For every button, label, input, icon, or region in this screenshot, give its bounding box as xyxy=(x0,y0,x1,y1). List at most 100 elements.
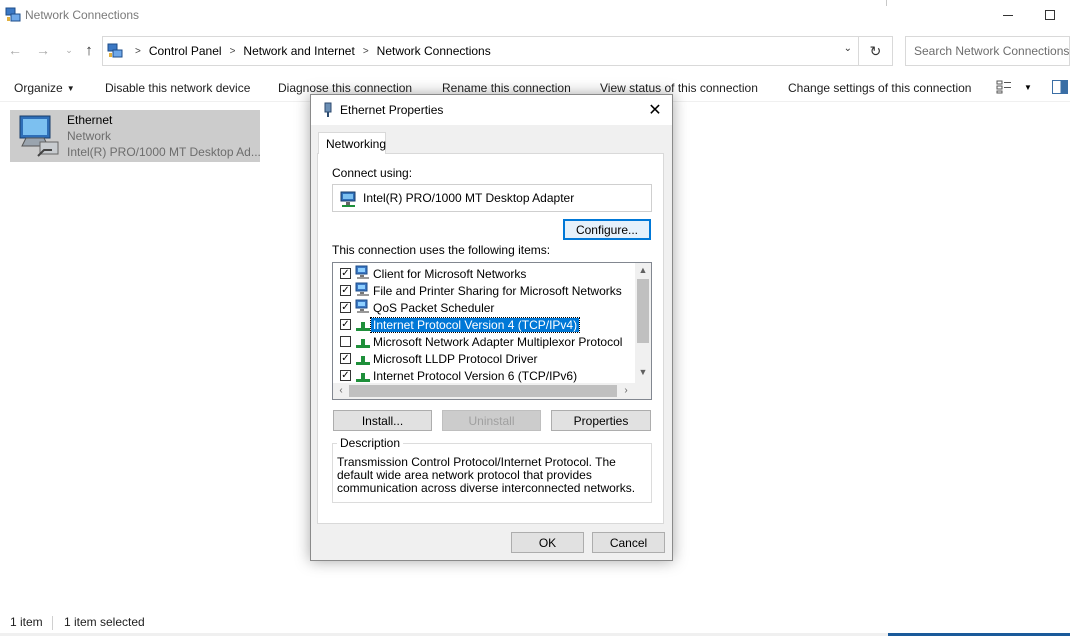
window-title: Network Connections xyxy=(25,8,140,22)
caret-down-icon: ▼ xyxy=(66,84,75,93)
item-checkbox[interactable] xyxy=(340,336,351,347)
rename-button[interactable]: Rename this connection xyxy=(442,81,571,95)
breadcrumb-network-connections[interactable]: Network Connections xyxy=(377,44,491,58)
connection-type: Network xyxy=(67,129,112,143)
item-checkbox[interactable]: ✓ xyxy=(340,353,351,364)
ok-button[interactable]: OK xyxy=(511,532,584,553)
breadcrumb-network-and-internet[interactable]: Network and Internet xyxy=(243,44,354,58)
forward-button[interactable]: → xyxy=(34,41,52,59)
item-label: Internet Protocol Version 6 (TCP/IPv6) xyxy=(373,369,578,383)
address-row: ← → ⌄ ↑ > Control Panel > Network and In… xyxy=(0,34,1070,68)
scroll-left-icon[interactable]: ‹ xyxy=(334,385,348,397)
adapter-name: Intel(R) PRO/1000 MT Desktop Adapter xyxy=(363,191,575,205)
uninstall-button[interactable]: Uninstall xyxy=(442,410,541,431)
ethernet-adapter-icon xyxy=(19,115,59,157)
details-view-icon xyxy=(996,80,1011,94)
list-item-selected[interactable]: ✓ Internet Protocol Version 4 (TCP/IPv4) xyxy=(333,316,633,333)
arrow-left-icon: ← xyxy=(8,42,22,58)
chevron-down-icon: ⌄ xyxy=(65,44,73,55)
item-label: Client for Microsoft Networks xyxy=(373,267,527,281)
description-group: Description Transmission Control Protoco… xyxy=(332,436,652,503)
network-connections-icon xyxy=(5,7,21,22)
protocol-icon xyxy=(356,356,370,365)
item-label: Microsoft Network Adapter Multiplexor Pr… xyxy=(373,335,623,349)
list-item[interactable]: ✓ File and Printer Sharing for Microsoft… xyxy=(333,282,633,299)
ethernet-properties-dialog: Ethernet Properties ✕ Networking Connect… xyxy=(310,94,673,561)
configure-button[interactable]: Configure... xyxy=(563,219,651,240)
properties-button[interactable]: Properties xyxy=(551,410,651,431)
recent-locations-button[interactable]: ⌄ xyxy=(60,41,78,59)
search-input[interactable] xyxy=(914,38,1070,64)
scrollbar-corner xyxy=(635,383,651,399)
item-checkbox[interactable]: ✓ xyxy=(340,285,351,296)
protocol-icon xyxy=(356,373,370,382)
maximize-button[interactable] xyxy=(1038,4,1062,26)
network-service-icon xyxy=(355,282,369,296)
vertical-scrollbar[interactable]: ▲ ▼ xyxy=(635,263,651,383)
minimize-icon xyxy=(1003,14,1013,16)
list-item[interactable]: ✓ Microsoft LLDP Protocol Driver xyxy=(333,350,633,367)
up-button[interactable]: ↑ xyxy=(80,41,98,59)
connect-using-label: Connect using: xyxy=(332,166,413,180)
preview-pane-button[interactable] xyxy=(1052,80,1068,94)
item-label: Internet Protocol Version 4 (TCP/IPv4) xyxy=(369,317,581,333)
minimize-button[interactable] xyxy=(996,4,1020,26)
search-box[interactable] xyxy=(905,36,1070,66)
disable-device-button[interactable]: Disable this network device xyxy=(105,81,250,95)
maximize-icon xyxy=(1045,10,1055,20)
protocol-icon xyxy=(356,322,370,331)
selection-count: 1 item selected xyxy=(64,615,145,629)
view-options[interactable]: ▼ xyxy=(996,80,1032,94)
connection-items-list[interactable]: ✓ Client for Microsoft Networks ✓ File a… xyxy=(332,262,652,400)
caret-down-icon: ▼ xyxy=(1024,82,1032,92)
item-checkbox[interactable]: ✓ xyxy=(340,370,351,381)
organize-menu[interactable]: Organize ▼ xyxy=(14,81,75,95)
network-adapter-icon xyxy=(324,102,332,117)
item-checkbox[interactable]: ✓ xyxy=(340,302,351,313)
vertical-scroll-thumb[interactable] xyxy=(637,279,649,343)
scroll-right-icon[interactable]: › xyxy=(619,385,633,397)
item-checkbox[interactable]: ✓ xyxy=(340,319,351,330)
view-status-button[interactable]: View status of this connection xyxy=(600,81,758,95)
ethernet-connection-item[interactable]: Ethernet Network Intel(R) PRO/1000 MT De… xyxy=(10,110,261,162)
scroll-up-icon[interactable]: ▲ xyxy=(635,265,651,279)
item-count: 1 item xyxy=(10,615,43,629)
refresh-button[interactable]: ↻ xyxy=(859,36,893,66)
diagnose-button[interactable]: Diagnose this connection xyxy=(278,81,412,95)
horizontal-scroll-thumb[interactable] xyxy=(349,385,617,397)
list-item[interactable]: ✓ QoS Packet Scheduler xyxy=(333,299,633,316)
address-bar[interactable]: > Control Panel > Network and Internet >… xyxy=(102,36,859,66)
dialog-title: Ethernet Properties xyxy=(340,103,444,117)
protocol-icon xyxy=(356,339,370,348)
address-dropdown-icon[interactable]: ⌄ xyxy=(844,43,852,54)
dialog-close-button[interactable]: ✕ xyxy=(644,99,666,121)
breadcrumb-control-panel[interactable]: Control Panel xyxy=(149,44,222,58)
close-icon: ✕ xyxy=(648,102,662,119)
list-item[interactable]: ✓ Client for Microsoft Networks xyxy=(333,265,633,282)
networking-tab-panel: Connect using: Intel(R) PRO/1000 MT Desk… xyxy=(317,153,664,524)
list-item[interactable]: ✓ Internet Protocol Version 6 (TCP/IPv6) xyxy=(333,367,633,384)
network-service-icon xyxy=(355,299,369,313)
item-label: File and Printer Sharing for Microsoft N… xyxy=(373,284,622,298)
breadcrumb-chevron-icon[interactable]: > xyxy=(363,46,369,57)
back-button[interactable]: ← xyxy=(6,41,24,59)
dialog-titlebar: Ethernet Properties ✕ xyxy=(311,95,672,125)
horizontal-scrollbar[interactable]: ‹ › xyxy=(333,383,635,399)
organize-label: Organize xyxy=(14,81,63,95)
breadcrumb-chevron-icon[interactable]: > xyxy=(135,46,141,57)
list-item[interactable]: Microsoft Network Adapter Multiplexor Pr… xyxy=(333,333,633,350)
tab-networking[interactable]: Networking xyxy=(318,132,386,154)
control-panel-icon xyxy=(107,43,123,58)
adapter-field: Intel(R) PRO/1000 MT Desktop Adapter xyxy=(332,184,652,212)
window-titlebar: Network Connections xyxy=(0,0,1070,32)
cancel-button[interactable]: Cancel xyxy=(592,532,665,553)
item-checkbox[interactable]: ✓ xyxy=(340,268,351,279)
breadcrumb: > Control Panel > Network and Internet >… xyxy=(127,44,491,58)
refresh-icon: ↻ xyxy=(869,42,882,59)
install-button[interactable]: Install... xyxy=(333,410,432,431)
scroll-down-icon[interactable]: ▼ xyxy=(635,367,651,381)
arrow-right-icon: → xyxy=(36,42,50,58)
network-adapter-icon xyxy=(340,191,356,207)
change-settings-button[interactable]: Change settings of this connection xyxy=(788,81,971,95)
breadcrumb-chevron-icon[interactable]: > xyxy=(230,46,236,57)
